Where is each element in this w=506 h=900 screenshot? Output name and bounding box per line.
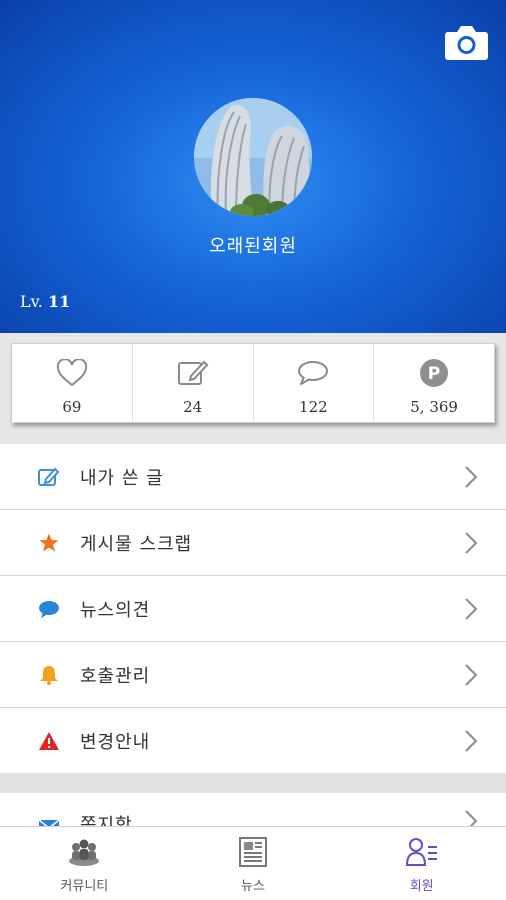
nav-community[interactable]: 커뮤니티 [0, 827, 169, 900]
menu-list: 내가 쓴 글 게시물 스크랩 뉴스의견 호출관리 변경안내 [0, 444, 506, 774]
level-value: 11 [47, 292, 71, 311]
menu-item-label: 뉴스의견 [80, 599, 151, 621]
menu-item-label: 게시물 스크랩 [80, 533, 193, 555]
level-badge: Lv. 11 [20, 292, 70, 311]
bell-icon [38, 665, 60, 685]
speech-bubble-icon [38, 599, 60, 619]
nav-label: 커뮤니티 [60, 879, 109, 894]
nav-label: 회원 [409, 879, 434, 894]
nav-member[interactable]: 회원 [337, 827, 506, 900]
chevron-right-icon [464, 465, 478, 493]
menu-item-label: 내가 쓴 글 [80, 467, 164, 489]
comment-icon [296, 358, 330, 388]
menu-item-scrap[interactable]: 게시물 스크랩 [0, 510, 506, 576]
chevron-right-icon [464, 663, 478, 691]
stat-points-value: 5, 369 [410, 398, 458, 416]
svg-text:P: P [428, 364, 440, 384]
stats-card: 69 24 122 P 5, 369 [11, 343, 495, 423]
nav-news[interactable]: 뉴스 [169, 827, 338, 900]
pencil-icon [38, 467, 60, 487]
stat-points[interactable]: P 5, 369 [374, 344, 494, 422]
profile-header: 오래된회원 Lv. 11 [0, 0, 506, 333]
menu-item-label: 호출관리 [80, 665, 151, 687]
news-icon [238, 837, 268, 871]
profile-screen: 오래된회원 Lv. 11 69 24 122 P 5, 369 내가 쓴 글 게… [0, 0, 506, 900]
nickname: 오래된회원 [209, 236, 297, 257]
bottom-nav: 커뮤니티 뉴스 회원 [0, 826, 506, 900]
stat-comments[interactable]: 122 [254, 344, 375, 422]
heart-icon [56, 358, 88, 388]
section-divider [0, 773, 506, 793]
chevron-right-icon [464, 597, 478, 625]
menu-item-news-opinion[interactable]: 뉴스의견 [0, 576, 506, 642]
chevron-right-icon [464, 531, 478, 559]
stat-posts[interactable]: 24 [133, 344, 254, 422]
menu-item-label: 변경안내 [80, 731, 151, 753]
star-icon [38, 533, 60, 553]
level-prefix: Lv. [20, 292, 43, 311]
stat-likes[interactable]: 69 [12, 344, 133, 422]
member-icon [405, 837, 438, 871]
menu-item-call-management[interactable]: 호출관리 [0, 642, 506, 708]
warning-icon [38, 731, 60, 751]
menu-item-my-posts[interactable]: 내가 쓴 글 [0, 444, 506, 510]
stat-posts-value: 24 [183, 398, 203, 416]
point-icon: P [419, 358, 449, 388]
stat-likes-value: 69 [62, 398, 82, 416]
edit-icon [177, 358, 209, 388]
nav-label: 뉴스 [241, 879, 265, 894]
avatar[interactable] [194, 98, 312, 216]
menu-item-change-notice[interactable]: 변경안내 [0, 708, 506, 774]
camera-icon[interactable] [444, 22, 489, 62]
chevron-right-icon [464, 729, 478, 757]
community-icon [67, 837, 101, 871]
stat-comments-value: 122 [299, 398, 328, 416]
